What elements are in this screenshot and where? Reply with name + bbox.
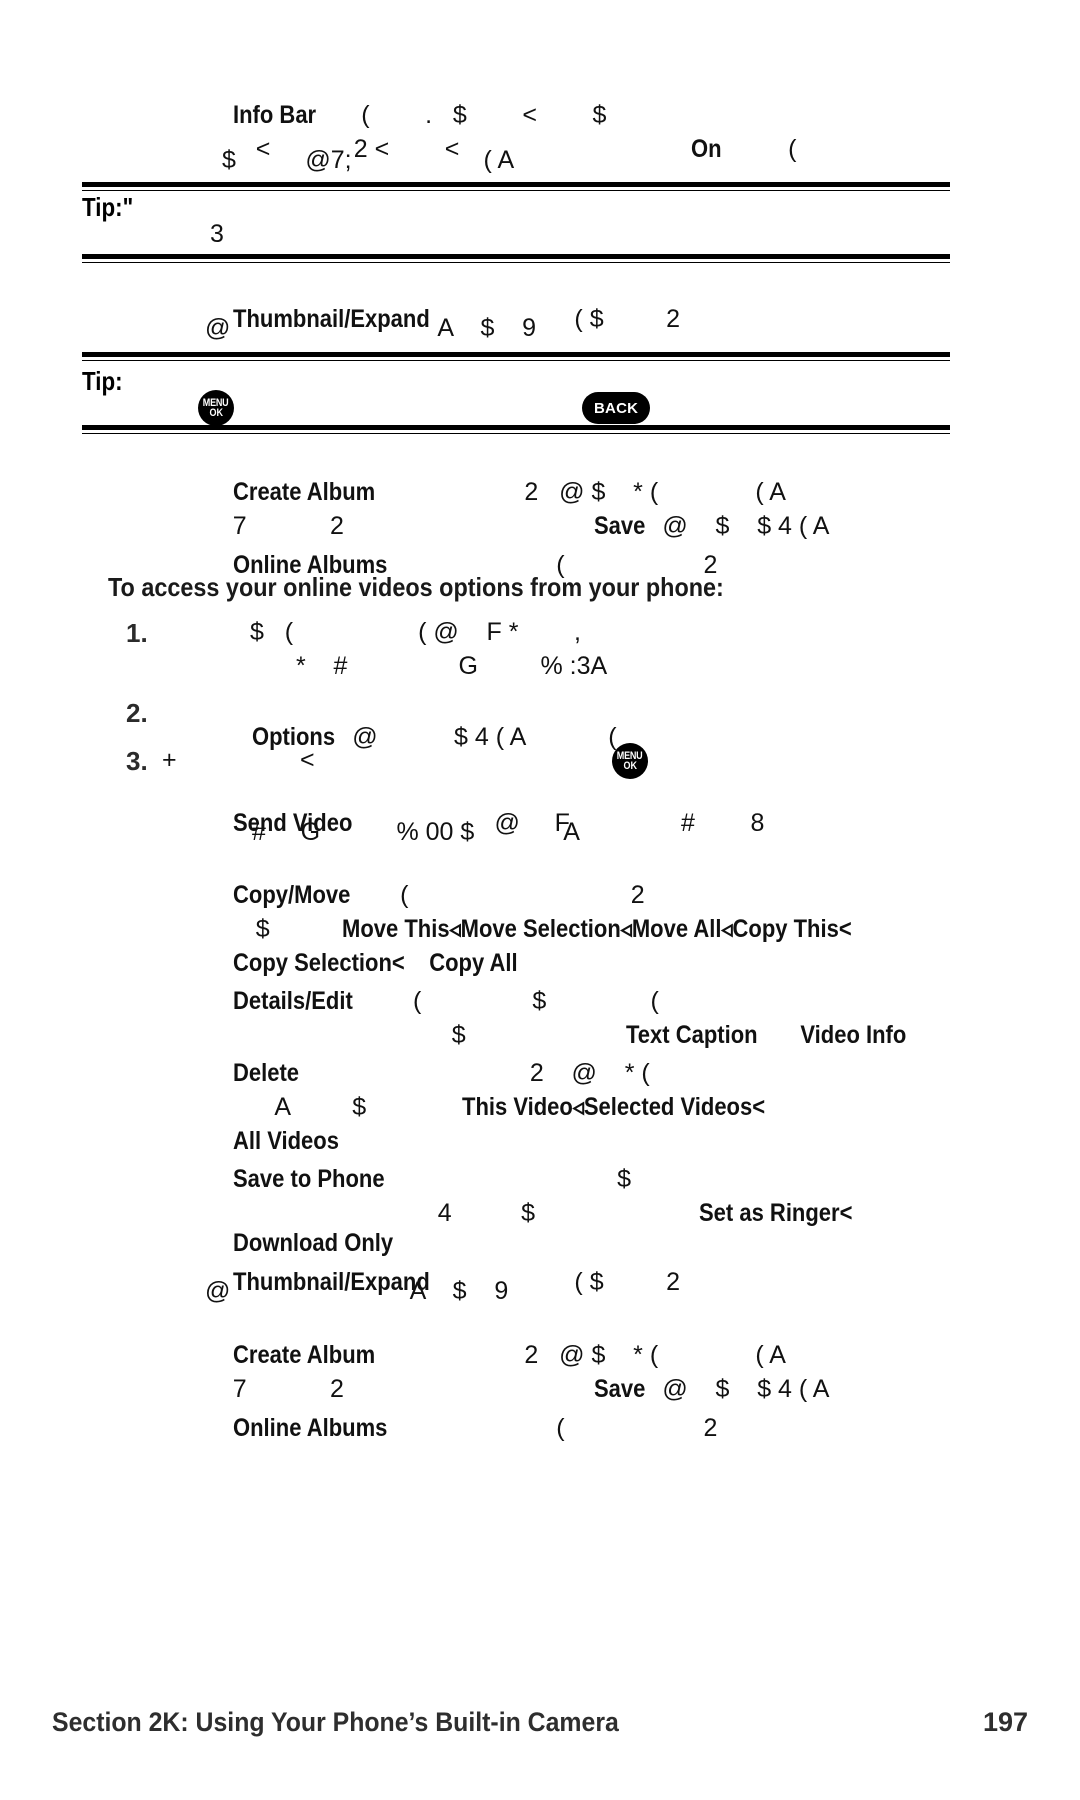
divider-2	[82, 254, 950, 259]
save-to-phone-line-2-lead: 4 $	[437, 1199, 536, 1227]
thumbnail-expand-bottom-rest: ( $ 2	[574, 1268, 681, 1296]
divider-4	[82, 425, 950, 430]
divider-3	[82, 352, 950, 357]
step-3-mid: <	[300, 746, 315, 774]
send-video-line-2: # G % 00 $ A	[252, 818, 580, 846]
step-2-number: 2.	[126, 698, 148, 728]
thumbnail-expand-top-line-2: @ A $ 9	[205, 314, 537, 342]
menu-ok-key-label-line2: OK	[209, 407, 223, 419]
online-albums-bottom-term: Online Albums	[232, 1414, 388, 1442]
online-albums-bottom-line: Online Albums ( 2	[205, 1391, 718, 1466]
info-bar-on-term: On	[691, 135, 722, 163]
menu-ok-key-label-line2-step3: OK	[623, 760, 637, 772]
online-albums-bottom-rest: ( 2	[556, 1414, 718, 1442]
step-1-line-1: $ ( ( @ F * ,	[250, 618, 581, 646]
step-3-lead: +	[162, 746, 177, 774]
online-videos-intro: To access your online videos options fro…	[108, 572, 724, 602]
tip-label-2: Tip:	[82, 366, 123, 396]
step-1-number: 1.	[126, 618, 148, 648]
tip-label-1: Tip:"	[82, 192, 134, 222]
tip-1-body: 3	[210, 220, 224, 248]
step-1-line-2: * # G % :3A	[296, 652, 608, 680]
menu-ok-key-icon-step3[interactable]: MENU OK	[612, 743, 648, 779]
menu-ok-key-icon[interactable]: MENU OK	[198, 390, 234, 426]
delete-option-terms: This Video◃Selected Videos<	[462, 1093, 766, 1121]
step-2-rest: @ $ 4 ( A (	[352, 723, 617, 751]
info-bar-line-3: $ @7; ( A	[222, 146, 515, 174]
step-2-options-term: Options	[251, 723, 335, 751]
save-to-phone-line-2: 4 $ Set as Ringer<	[410, 1176, 873, 1251]
footer-page-number: 197	[982, 1707, 1028, 1737]
info-bar-line-2-tail: (	[788, 135, 797, 163]
footer-section-title: Section 2K: Using Your Phone’s Built-in …	[52, 1707, 619, 1737]
thumbnail-expand-top-rest: ( $ 2	[574, 305, 681, 333]
back-key-icon[interactable]: BACK	[582, 392, 651, 424]
details-edit-option-terms: Text Caption Video Info	[625, 1021, 907, 1049]
details-edit-term: Details/Edit	[232, 987, 353, 1015]
divider-1	[82, 182, 950, 187]
step-2-line: Options @ $ 4 ( A (	[224, 700, 617, 775]
set-as-ringer-term: Set as Ringer<	[699, 1199, 853, 1227]
thumbnail-expand-bottom-line-2: @ A $ 9	[205, 1277, 509, 1305]
back-key-label: BACK	[594, 399, 639, 417]
manual-page: Info Bar( . $ < $ < 2 < < On( $ @7; ( A T…	[0, 0, 1080, 1800]
save-to-phone-term: Save to Phone	[232, 1165, 385, 1193]
step-3-number: 3.	[126, 746, 148, 776]
